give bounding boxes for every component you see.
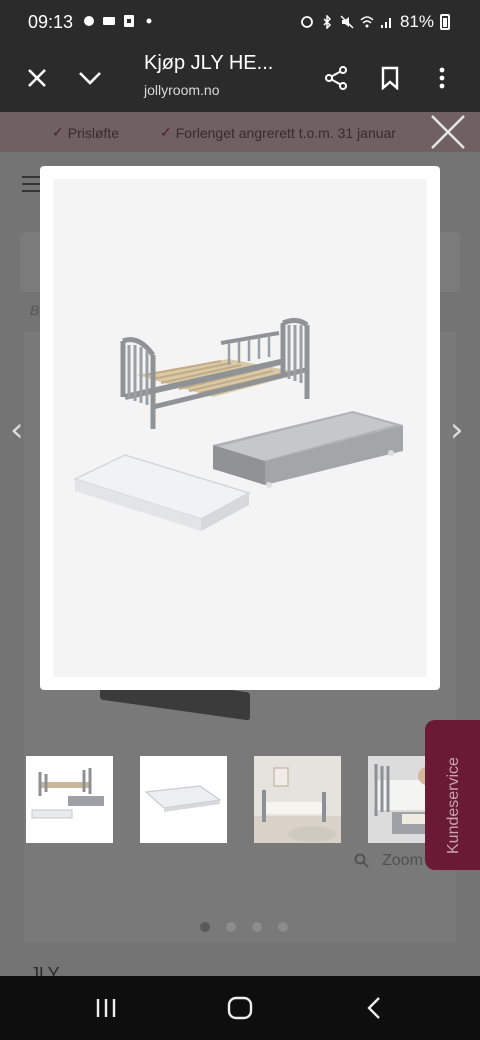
- wifi-icon: [360, 16, 374, 28]
- bookmark-button[interactable]: [370, 58, 410, 98]
- promo-label: Forlenget angrerett t.o.m. 31 januar: [175, 124, 396, 141]
- home-icon: [227, 996, 253, 1020]
- status-bar: 09:13 81%: [0, 0, 480, 44]
- chevron-down-icon: [79, 72, 101, 85]
- mute-icon: [340, 15, 354, 29]
- thumbnail-bed-set[interactable]: [26, 756, 113, 843]
- close-tab-button[interactable]: [17, 58, 57, 98]
- recent-apps-button[interactable]: [86, 992, 126, 1024]
- signal-icon: [380, 18, 391, 28]
- carousel-dot[interactable]: [200, 922, 210, 932]
- thumbnail-room[interactable]: [254, 756, 341, 843]
- breadcrumb: B: [30, 302, 40, 318]
- battery-icon: [440, 14, 450, 30]
- carousel-dot[interactable]: [226, 922, 236, 932]
- promo-bar: ✓ Prisløfte ✓ Forlenget angrerett t.o.m.…: [0, 112, 480, 152]
- page-url: jollyroom.no: [144, 82, 220, 98]
- bluetooth-icon: [323, 15, 332, 29]
- gallery-prev-button[interactable]: ‹: [10, 410, 24, 450]
- more-notifications-icon: [146, 18, 152, 24]
- notification-icons: [82, 14, 156, 28]
- promo-label: Prisløfte: [67, 124, 120, 141]
- close-icon: [431, 115, 465, 149]
- battery-level: 81%: [399, 12, 434, 31]
- zoom-control[interactable]: Zoom: [354, 852, 423, 870]
- page-title: Kjøp JLY HE...: [144, 52, 274, 74]
- bed-set-illustration: [72, 317, 403, 531]
- carousel-dots: [200, 922, 288, 932]
- promo-item: ✓ Prisløfte: [52, 124, 119, 141]
- system-status: 81%: [300, 12, 450, 32]
- back-button[interactable]: [354, 992, 394, 1024]
- notification-app-icon: [124, 15, 134, 27]
- promo-item: ✓ Forlenget angrerett t.o.m. 31 januar: [160, 124, 396, 141]
- minimize-button[interactable]: [70, 58, 110, 98]
- home-button[interactable]: [220, 992, 260, 1024]
- status-time: 09:13: [28, 12, 74, 32]
- customer-service-label: Kundeservice: [445, 757, 462, 854]
- share-icon: [325, 66, 347, 90]
- more-vert-icon: [439, 67, 445, 89]
- alarm-icon: [301, 16, 313, 28]
- close-lightbox-button[interactable]: [428, 112, 468, 152]
- zoom-label: Zoom: [382, 852, 423, 869]
- check-icon: ✓: [160, 124, 172, 140]
- gallery-next-button[interactable]: ›: [450, 410, 464, 450]
- share-button[interactable]: [316, 58, 356, 98]
- thumbnail-strip: [26, 756, 455, 843]
- notification-app-icon: [84, 16, 94, 26]
- back-icon: [367, 997, 380, 1019]
- product-image[interactable]: [53, 179, 427, 677]
- mattress-image: [144, 785, 222, 812]
- browser-toolbar: Kjøp JLY HE... jollyroom.no: [0, 44, 480, 112]
- bookmark-icon: [381, 66, 399, 90]
- notification-app-icon: [103, 17, 115, 25]
- carousel-dot[interactable]: [252, 922, 262, 932]
- more-options-button[interactable]: [422, 58, 462, 98]
- system-nav-bar: [0, 976, 480, 1040]
- image-lightbox: [40, 166, 440, 690]
- thumbnail-mattress[interactable]: [140, 756, 227, 843]
- customer-service-tab[interactable]: Kundeservice: [425, 720, 480, 870]
- close-icon: [28, 69, 46, 87]
- carousel-dot[interactable]: [278, 922, 288, 932]
- bed-set-image: [31, 768, 104, 819]
- search-icon: [354, 853, 369, 868]
- check-icon: ✓: [52, 124, 64, 140]
- room-image: [254, 767, 341, 843]
- recents-icon: [96, 999, 116, 1017]
